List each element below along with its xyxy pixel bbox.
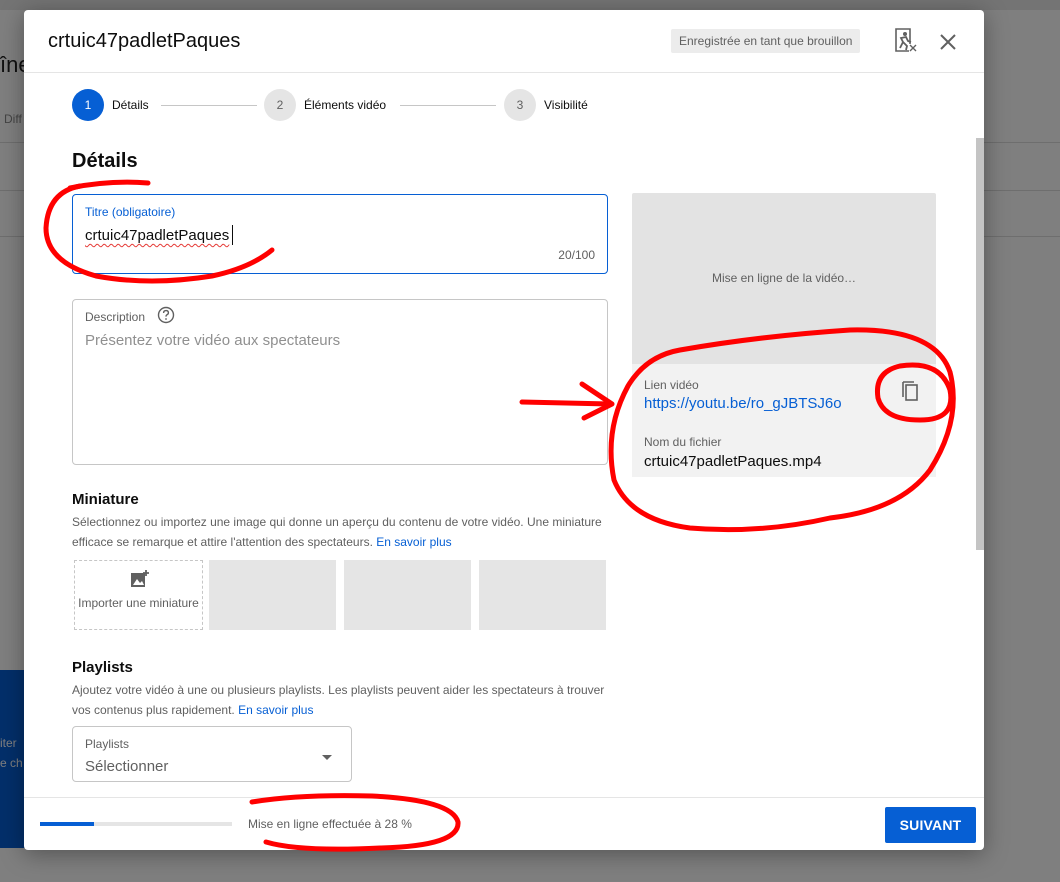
stepper-connector [400, 105, 496, 106]
upload-dialog: crtuic47padletPaques Enregistrée en tant… [24, 10, 984, 850]
close-icon[interactable] [934, 28, 962, 56]
description-placeholder: Présentez votre vidéo aux spectateurs [85, 332, 341, 349]
character-counter: 20/100 [558, 248, 595, 262]
video-link-label: Lien vidéo [644, 378, 699, 392]
thumbnail-title: Miniature [72, 491, 139, 508]
playlists-select[interactable]: Playlists Sélectionner [72, 726, 352, 782]
thumbnail-option[interactable] [479, 560, 606, 630]
upload-thumbnail-button[interactable]: Importer une miniature [74, 560, 203, 630]
upload-progress-fill [40, 822, 94, 826]
thumbnail-description-text: Sélectionnez ou importez une image qui d… [72, 515, 602, 549]
video-link[interactable]: https://youtu.be/ro_gJBTSJ6o [644, 395, 842, 412]
help-icon[interactable] [157, 306, 175, 324]
header-divider [24, 72, 984, 73]
step-3-label[interactable]: Visibilité [544, 98, 588, 112]
add-image-icon [130, 569, 150, 589]
scrollbar-thumb[interactable] [976, 138, 984, 550]
thumbnail-description: Sélectionnez ou importez une image qui d… [72, 512, 608, 552]
thumbnail-learn-more-link[interactable]: En savoir plus [376, 535, 451, 549]
upload-progress-bar [40, 822, 232, 826]
playlists-description: Ajoutez votre vidéo à une ou plusieurs p… [72, 680, 612, 720]
footer-divider [24, 797, 984, 798]
step-1-indicator[interactable]: 1 [72, 89, 104, 121]
dialog-title: crtuic47padletPaques [48, 30, 241, 52]
playlists-description-text: Ajoutez votre vidéo à une ou plusieurs p… [72, 683, 605, 717]
step-3-indicator[interactable]: 3 [504, 89, 536, 121]
video-preview: Mise en ligne de la vidéo… [632, 193, 936, 364]
copy-icon[interactable] [896, 376, 926, 406]
title-input[interactable]: crtuic47padletPaques [85, 227, 229, 244]
playlists-title: Playlists [72, 659, 133, 676]
thumbnail-option[interactable] [344, 560, 471, 630]
playlists-select-label: Playlists [85, 737, 130, 751]
step-1-label[interactable]: Détails [112, 98, 149, 112]
upload-progress-text: Mise en ligne effectuée à 28 % [248, 817, 412, 831]
draft-status-badge: Enregistrée en tant que brouillon [671, 29, 861, 53]
title-field-label: Titre (obligatoire) [85, 205, 176, 219]
dropdown-arrow-icon [321, 749, 333, 760]
playlists-select-value: Sélectionner [85, 758, 169, 775]
video-info-panel: Lien vidéo https://youtu.be/ro_gJBTSJ6o … [632, 364, 936, 477]
description-field[interactable]: Description Présentez votre vidéo aux sp… [72, 299, 608, 465]
filename-value: crtuic47padletPaques.mp4 [644, 453, 822, 470]
thumbnail-option[interactable] [209, 560, 336, 630]
next-button[interactable]: SUIVANT [885, 807, 976, 843]
playlists-learn-more-link[interactable]: En savoir plus [238, 703, 313, 717]
filename-label: Nom du fichier [644, 435, 722, 449]
alert-person-icon[interactable] [894, 26, 918, 54]
stepper-connector [161, 105, 257, 106]
title-field[interactable]: Titre (obligatoire) crtuic47padletPaques… [72, 194, 608, 274]
section-title: Détails [72, 150, 138, 172]
step-2-indicator[interactable]: 2 [264, 89, 296, 121]
description-label: Description [85, 310, 146, 324]
upload-thumbnail-label: Importer une miniature [78, 596, 199, 610]
step-2-label[interactable]: Éléments vidéo [304, 98, 386, 112]
text-caret [232, 225, 233, 245]
upload-status-text: Mise en ligne de la vidéo… [711, 271, 857, 285]
